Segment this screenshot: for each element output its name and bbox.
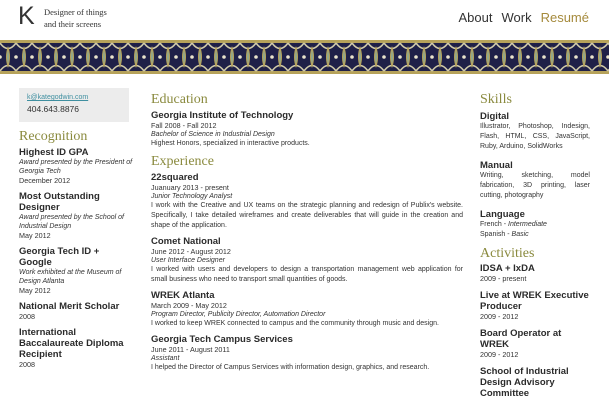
education-honors: Highest Honors, specialized in interacti… (151, 140, 310, 147)
experience-item-date: March 2009 - May 2012 (151, 301, 227, 310)
recognition-item-date: May 2012 (19, 231, 51, 240)
decorative-pattern-band (0, 40, 609, 74)
experience-item-role: Junior Technology Analyst (151, 193, 233, 200)
ornament-pattern-icon (0, 40, 609, 74)
experience-item-date: June 2011 - August 2011 (151, 345, 230, 354)
email-link[interactable]: k@kategodwin.com (27, 94, 121, 101)
activity-item-title: Live at WREK Executive Producer (480, 290, 589, 312)
recognition-item-title: National Merit Scholar (19, 301, 120, 312)
recognition-item-sub: Award presented by the School of Industr… (19, 214, 124, 230)
site-tagline: Designer of things and their screens (44, 6, 107, 30)
recognition-item: National Merit Scholar 2008 (19, 301, 134, 321)
skill-group-desc: Illustrator, Photoshop, Indesign, Flash,… (480, 123, 590, 150)
experience-item: 22squared Juanuary 2013 - present Junior… (151, 172, 463, 231)
activity-item: Live at WREK Executive Producer 2009 - 2… (480, 290, 590, 321)
skills-heading: Skills (480, 92, 512, 107)
phone-number: 404.643.8876 (27, 104, 79, 114)
experience-item-desc: I worked to keep WREK connected to campu… (151, 320, 439, 327)
experience-item-role: Program Director, Publicity Director, Au… (151, 311, 326, 318)
experience-item: Comet National June 2012 - August 2012 U… (151, 236, 463, 285)
recognition-item-title: Most Outstanding Designer (19, 191, 100, 213)
experience-heading: Experience (151, 154, 214, 169)
activity-item-date: 2009 - 2012 (480, 350, 519, 359)
language-level: Intermediate (508, 221, 547, 228)
activity-item-title: IDSA + IxDA (480, 263, 535, 274)
nav-work[interactable]: Work (501, 10, 531, 25)
recognition-item-date: 2008 (19, 312, 35, 321)
recognition-item-sub: Work exhibited at the Museum of Design A… (19, 269, 122, 285)
skill-group-title: Digital (480, 111, 510, 122)
experience-item-date: June 2012 - August 2012 (151, 247, 231, 256)
education-item: Georgia Institute of Technology Fall 200… (151, 110, 463, 149)
education-school: Georgia Institute of Technology (151, 110, 294, 121)
skill-group-desc: Writing, sketching, model fabrication, 3… (480, 172, 590, 199)
skill-group: Manual Writing, sketching, model fabrica… (480, 160, 590, 201)
left-column: k@kategodwin.com 404.643.8876 Recognitio… (19, 88, 134, 369)
experience-item-role: Assistant (151, 355, 180, 362)
activity-item: Board Operator at WREK 2009 - 2012 (480, 328, 590, 359)
middle-column: Education Georgia Institute of Technolog… (151, 88, 463, 373)
site-header: K Designer of things and their screens A… (0, 0, 609, 40)
language-line: Spanish - Basic (480, 230, 590, 240)
activity-item: IDSA + IxDA 2009 - present (480, 263, 590, 283)
recognition-item-title: Highest ID GPA (19, 147, 89, 158)
experience-item-date: Juanuary 2013 - present (151, 183, 229, 192)
experience-item-desc: I work with the Creative and UX teams on… (151, 202, 463, 229)
activity-item-date: 2009 - present (480, 274, 527, 283)
nav-about[interactable]: About (458, 10, 492, 25)
language-level: Basic (511, 231, 529, 238)
experience-item-title: WREK Atlanta (151, 290, 215, 301)
skill-group-title: Manual (480, 160, 513, 171)
language-name: French - (480, 221, 509, 228)
tagline-line-2: and their screens (44, 19, 102, 29)
education-heading: Education (151, 92, 208, 107)
contact-box: k@kategodwin.com 404.643.8876 (19, 88, 129, 122)
education-degree: Bachelor of Science in Industrial Design (151, 131, 275, 138)
activity-item-title: School of Industrial Design Advisory Com… (480, 366, 569, 399)
tagline-line-1: Designer of things (44, 7, 107, 17)
recognition-heading: Recognition (19, 129, 88, 144)
activities-heading: Activities (480, 246, 535, 261)
experience-item-desc: I helped the Director of Campus Services… (151, 364, 430, 371)
skill-group-title: Language (480, 209, 525, 220)
recognition-item: Highest ID GPA Award presented by the Pr… (19, 147, 134, 185)
recognition-item: Most Outstanding Designer Award presente… (19, 191, 134, 240)
education-dates: Fall 2008 - Fall 2012 (151, 121, 217, 130)
experience-item-desc: I worked with users and developers to de… (151, 266, 463, 283)
recognition-item-title: International Baccalaureate Diploma Reci… (19, 327, 124, 360)
experience-item-title: Georgia Tech Campus Services (151, 334, 293, 345)
experience-item-title: 22squared (151, 172, 199, 183)
site-logo[interactable]: K (18, 2, 35, 31)
experience-item-role: User Interface Designer (151, 257, 225, 264)
main-nav: About Work Resumé (458, 10, 589, 25)
recognition-item-sub: Award presented by the President of Geor… (19, 159, 133, 175)
language-line: French - Intermediate (480, 220, 590, 230)
skill-group: Digital Illustrator, Photoshop, Indesign… (480, 111, 590, 152)
experience-item: Georgia Tech Campus Services June 2011 -… (151, 334, 463, 373)
activity-item-title: Board Operator at WREK (480, 328, 562, 350)
recognition-item-date: May 2012 (19, 286, 51, 295)
recognition-item-date: December 2012 (19, 176, 71, 185)
experience-item: WREK Atlanta March 2009 - May 2012 Progr… (151, 290, 463, 329)
right-column: Skills Digital Illustrator, Photoshop, I… (480, 88, 590, 399)
recognition-item-date: 2008 (19, 360, 35, 369)
nav-resume[interactable]: Resumé (541, 10, 589, 25)
experience-item-title: Comet National (151, 236, 221, 247)
language-name: Spanish - (480, 231, 512, 238)
recognition-item: Georgia Tech ID + Google Work exhibited … (19, 246, 134, 295)
recognition-item-title: Georgia Tech ID + Google (19, 246, 100, 268)
recognition-item: International Baccalaureate Diploma Reci… (19, 327, 134, 369)
activity-item-date: 2009 - 2012 (480, 312, 519, 321)
skill-group: Language French - Intermediate Spanish -… (480, 209, 590, 240)
activity-item: School of Industrial Design Advisory Com… (480, 366, 590, 399)
